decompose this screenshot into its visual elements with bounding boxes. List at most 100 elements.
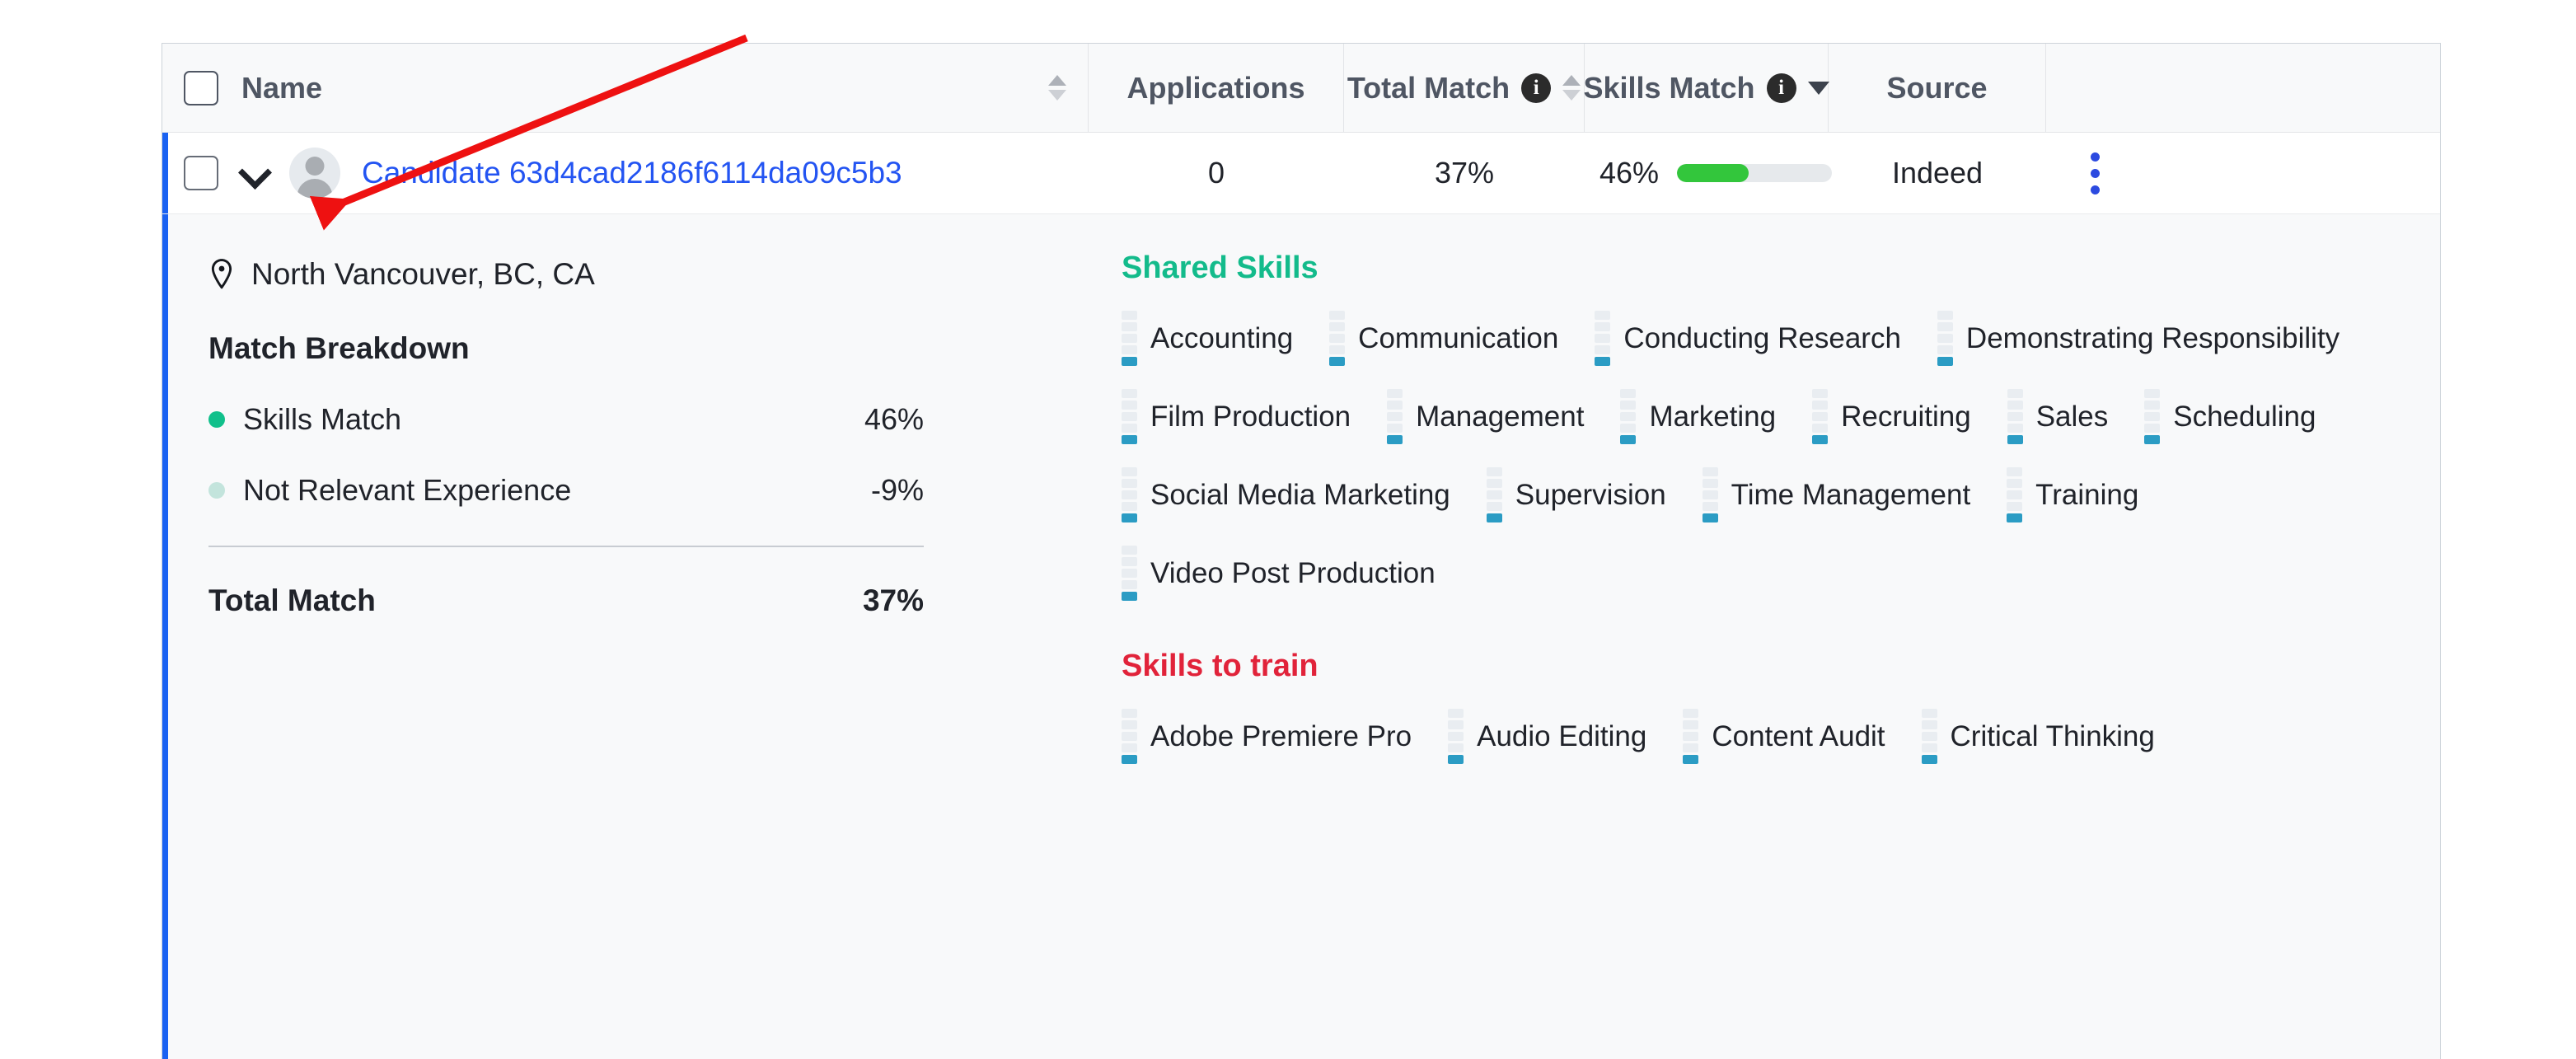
avatar bbox=[289, 148, 340, 199]
skill-level-bars-icon bbox=[1387, 389, 1403, 444]
skill-item: Management bbox=[1387, 389, 1584, 444]
skill-item: Critical Thinking bbox=[1921, 709, 2155, 764]
skill-level-bars-icon bbox=[1122, 467, 1137, 522]
match-breakdown-label: Not Relevant Experience bbox=[243, 473, 572, 507]
table-row[interactable]: Candidate 63d4cad2186f6114da09c5b3 0 37%… bbox=[162, 133, 2440, 214]
column-header-actions bbox=[2046, 44, 2440, 132]
skill-level-bars-icon bbox=[1329, 311, 1346, 366]
column-header-total-match-label: Total Match bbox=[1347, 70, 1510, 105]
skill-item: Recruiting bbox=[1812, 389, 1971, 444]
skill-level-bars-icon bbox=[1683, 709, 1699, 764]
skill-level-bars-icon bbox=[1448, 709, 1464, 764]
expand-row-chevron-icon[interactable] bbox=[240, 159, 268, 187]
skill-label: Conducting Research bbox=[1623, 321, 1901, 354]
skill-label: Demonstrating Responsibility bbox=[1965, 321, 2340, 354]
skill-item: Conducting Research bbox=[1595, 311, 1901, 366]
candidates-table-card: Name Applications Total Match i Skills M… bbox=[162, 43, 2441, 1059]
column-header-source[interactable]: Source bbox=[1829, 44, 2046, 132]
skill-item: Training bbox=[2007, 467, 2138, 522]
cell-total-match: 37% bbox=[1434, 156, 1495, 190]
total-match-value: 37% bbox=[862, 583, 924, 617]
skill-level-bars-icon bbox=[1812, 389, 1829, 444]
skill-label: Adobe Premiere Pro bbox=[1150, 719, 1412, 752]
skill-level-bars-icon bbox=[1921, 709, 1937, 764]
legend-dot bbox=[208, 411, 225, 428]
match-breakdown-item: Skills Match 46% bbox=[208, 402, 924, 437]
legend-dot bbox=[208, 482, 225, 499]
cell-actions bbox=[2046, 133, 2440, 213]
skill-label: Critical Thinking bbox=[1950, 719, 2155, 752]
skill-level-bars-icon bbox=[1937, 311, 1953, 366]
cell-applications: 0 bbox=[1207, 156, 1225, 190]
info-icon-total-match[interactable]: i bbox=[1521, 73, 1552, 103]
detail-left-panel: North Vancouver, BC, CA Match Breakdown … bbox=[162, 214, 1089, 1059]
shared-skills-list: Accounting Communication Conducting Resear… bbox=[1122, 311, 2407, 624]
skills-match-progress-fill bbox=[1677, 164, 1749, 182]
select-all-checkbox[interactable] bbox=[184, 70, 218, 105]
chevron-down-icon-skills-match-sort[interactable] bbox=[1807, 81, 1829, 95]
match-breakdown-value: 46% bbox=[864, 402, 924, 436]
skill-item: Sales bbox=[2007, 389, 2109, 444]
column-header-applications[interactable]: Applications bbox=[1089, 44, 1344, 132]
skill-item: Communication bbox=[1329, 311, 1558, 366]
divider bbox=[208, 546, 924, 547]
info-icon-skills-match[interactable]: i bbox=[1766, 73, 1796, 103]
skills-to-train-list: Adobe Premiere Pro Audio Editing Content A… bbox=[1122, 709, 2407, 787]
skills-match-value: 46% bbox=[1599, 156, 1660, 190]
column-header-skills-match-label: Skills Match bbox=[1583, 70, 1755, 105]
skill-label: Film Production bbox=[1150, 400, 1351, 433]
skill-level-bars-icon bbox=[1595, 311, 1611, 366]
skill-level-bars-icon bbox=[1122, 709, 1137, 764]
match-breakdown-item: Not Relevant Experience -9% bbox=[208, 473, 924, 508]
row-accent-bar bbox=[162, 133, 168, 213]
skill-label: Social Media Marketing bbox=[1150, 478, 1450, 511]
skill-level-bars-icon bbox=[2144, 389, 2161, 444]
skill-item: Social Media Marketing bbox=[1122, 467, 1450, 522]
sort-arrows-total-match-icon[interactable] bbox=[1562, 75, 1581, 101]
match-breakdown-label: Skills Match bbox=[243, 402, 402, 436]
skill-level-bars-icon bbox=[1122, 311, 1137, 366]
row-actions-kebab-icon[interactable] bbox=[2091, 152, 2100, 194]
candidate-location: North Vancouver, BC, CA bbox=[208, 257, 1042, 292]
shared-skills-title: Shared Skills bbox=[1122, 251, 1318, 285]
match-breakdown-total: Total Match 37% bbox=[208, 583, 924, 618]
column-header-skills-match[interactable]: Skills Match i bbox=[1583, 44, 1829, 132]
skill-label: Management bbox=[1416, 400, 1585, 433]
skill-label: Supervision bbox=[1515, 478, 1666, 511]
total-match-label: Total Match bbox=[208, 583, 376, 617]
skill-level-bars-icon bbox=[1486, 467, 1502, 522]
skill-level-bars-icon bbox=[2007, 467, 2023, 522]
skill-label: Training bbox=[2035, 478, 2139, 511]
skills-match-progress-bar bbox=[1677, 164, 1833, 182]
column-header-name[interactable]: Name bbox=[162, 44, 1089, 132]
skill-label: Time Management bbox=[1731, 478, 1971, 511]
match-breakdown-value: -9% bbox=[870, 473, 924, 507]
detail-accent-bar bbox=[162, 214, 168, 1059]
skill-label: Video Post Production bbox=[1150, 556, 1436, 589]
skill-item: Demonstrating Responsibility bbox=[1937, 311, 2339, 366]
sort-arrows-name-icon[interactable] bbox=[1048, 75, 1066, 101]
skill-label: Audio Editing bbox=[1477, 719, 1647, 752]
cell-name: Candidate 63d4cad2186f6114da09c5b3 bbox=[162, 133, 1089, 213]
skill-label: Marketing bbox=[1649, 400, 1777, 433]
skill-item: Supervision bbox=[1486, 467, 1666, 522]
skill-item: Marketing bbox=[1620, 389, 1776, 444]
skill-item: Accounting bbox=[1122, 311, 1293, 366]
map-pin-icon bbox=[211, 259, 232, 289]
row-select-checkbox[interactable] bbox=[184, 156, 218, 190]
skill-level-bars-icon bbox=[1122, 546, 1137, 601]
skill-level-bars-icon bbox=[2007, 389, 2023, 444]
skill-item: Film Production bbox=[1122, 389, 1351, 444]
skills-to-train-title: Skills to train bbox=[1122, 649, 1318, 683]
candidate-name-link[interactable]: Candidate 63d4cad2186f6114da09c5b3 bbox=[362, 156, 902, 190]
cell-skills-match: 46% bbox=[1585, 133, 1833, 213]
skill-item: Video Post Production bbox=[1122, 546, 1436, 601]
column-header-name-label: Name bbox=[241, 70, 323, 105]
column-header-total-match[interactable]: Total Match i bbox=[1344, 44, 1585, 132]
skill-item: Time Management bbox=[1702, 467, 1971, 522]
skill-label: Sales bbox=[2035, 400, 2109, 433]
column-header-source-label: Source bbox=[1886, 70, 1988, 105]
skill-label: Recruiting bbox=[1841, 400, 1971, 433]
column-header-applications-label: Applications bbox=[1126, 70, 1305, 105]
skill-item: Audio Editing bbox=[1448, 709, 1646, 764]
